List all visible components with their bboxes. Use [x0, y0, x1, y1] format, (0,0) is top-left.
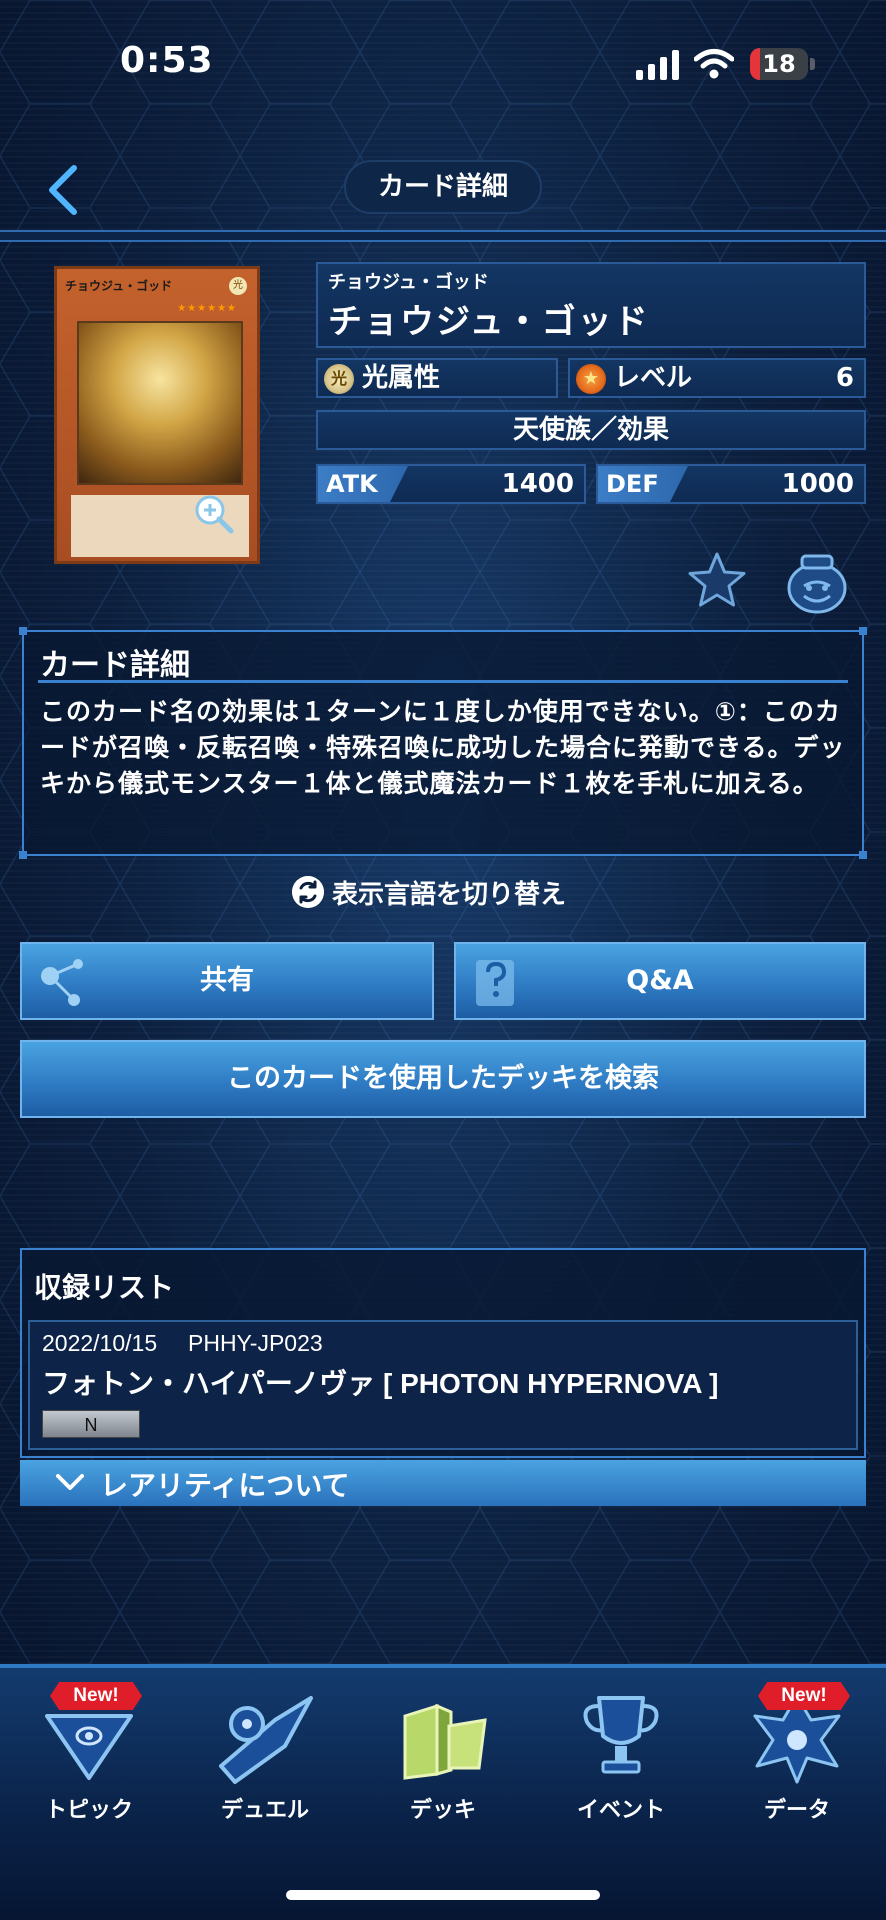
- duel-disk-icon: [219, 1696, 313, 1784]
- panel-corner: [19, 851, 27, 859]
- qa-button[interactable]: Q&A: [454, 942, 866, 1020]
- nav-label: デュエル: [220, 1798, 309, 1823]
- nav-item-duel[interactable]: デュエル: [190, 1668, 340, 1828]
- release-date: 2022/10/15: [42, 1330, 158, 1356]
- attribute-label: 光属性: [362, 363, 441, 393]
- page-title: カード詳細: [344, 160, 542, 214]
- wifi-icon: [694, 49, 734, 79]
- level-box: ★ レベル 6: [568, 358, 866, 398]
- zoom-icon[interactable]: [193, 493, 235, 535]
- description-divider: [38, 680, 848, 683]
- card-name: チョウジュ・ゴッド: [328, 302, 650, 342]
- share-label: 共有: [200, 965, 254, 996]
- language-toggle-button[interactable]: 表示言語を切り替え: [292, 872, 566, 912]
- attribute-box: 光 光属性: [316, 358, 558, 398]
- panel-corner: [859, 851, 867, 859]
- panel-corner: [859, 627, 867, 635]
- pot-of-greed-icon[interactable]: [782, 550, 852, 616]
- recording-list-title: 収録リスト: [34, 1271, 175, 1304]
- card-image[interactable]: チョウジュ・ゴッド 光 ★★★★★★: [54, 266, 260, 564]
- qa-label: Q&A: [626, 965, 694, 996]
- panel-corner: [19, 627, 27, 635]
- def-value: 1000: [781, 469, 854, 499]
- qa-icon: [476, 960, 514, 1006]
- card-name-box: チョウジュ・ゴッド チョウジュ・ゴッド: [316, 262, 866, 348]
- deck-icon: [403, 1703, 487, 1780]
- back-button[interactable]: [40, 160, 90, 220]
- nav-item-topic[interactable]: New! トピック: [14, 1668, 164, 1828]
- search-decks-button[interactable]: このカードを使用したデッキを検索: [20, 1040, 866, 1118]
- bottom-nav: New! トピック デュエル デッキ イベント New! データ: [0, 1664, 886, 1920]
- status-time: 0:53: [120, 40, 214, 81]
- card-code: PHHY-JP023: [188, 1330, 323, 1356]
- atk-box: ATK 1400: [316, 464, 586, 504]
- battery-icon: 18: [750, 48, 808, 80]
- list-item[interactable]: 2022/10/15 PHHY-JP023 フォトン・ハイパーノヴァ [ PHO…: [28, 1320, 858, 1450]
- def-box: DEF 1000: [596, 464, 866, 504]
- status-bar: 0:53 18: [0, 0, 886, 120]
- chevron-down-icon: [56, 1474, 84, 1490]
- nav-item-event[interactable]: イベント: [546, 1668, 696, 1828]
- level-star-icon: ★: [576, 364, 606, 394]
- atk-value: 1400: [501, 469, 574, 499]
- language-switch-icon: [292, 876, 324, 908]
- rarity-badge: N: [42, 1410, 140, 1438]
- trophy-icon: [583, 1696, 659, 1774]
- battery-tip: [810, 58, 815, 70]
- nav-label: データ: [763, 1798, 830, 1823]
- level-value: 6: [835, 363, 854, 393]
- new-badge: New!: [50, 1682, 142, 1710]
- language-toggle-label: 表示言語を切り替え: [332, 879, 567, 910]
- set-name: フォトン・ハイパーノヴァ [ PHOTON HYPERNOVA ]: [42, 1368, 719, 1399]
- battery-percent: 18: [762, 50, 796, 78]
- description-text: このカード名の効果は１ターンに１度しか使用できない。①：このカードが召喚・反転召…: [40, 697, 846, 798]
- card-type: 天使族／効果: [316, 410, 866, 450]
- card-image-stars: ★★★★★★: [177, 303, 237, 314]
- card-image-name: チョウジュ・ゴッド: [65, 279, 173, 293]
- description-heading: カード詳細: [40, 648, 190, 683]
- card-artwork: [77, 321, 243, 485]
- nav-item-deck[interactable]: デッキ: [368, 1668, 518, 1828]
- level-label: レベル: [614, 363, 693, 393]
- recording-list-panel: 収録リスト 2022/10/15 PHHY-JP023 フォトン・ハイパーノヴァ…: [20, 1248, 866, 1458]
- card-description-panel: カード詳細 このカード名の効果は１ターンに１度しか使用できない。①：このカードが…: [19, 627, 867, 859]
- header: カード詳細: [0, 140, 886, 240]
- share-icon: [41, 959, 83, 1006]
- nav-label: デッキ: [409, 1798, 476, 1823]
- nav-label: トピック: [44, 1798, 133, 1823]
- def-label: DEF: [598, 466, 688, 502]
- atk-label: ATK: [318, 466, 408, 502]
- rarity-info-label: レアリティについて: [100, 1469, 350, 1502]
- card-image-attribute: 光: [229, 277, 247, 295]
- nav-label: イベント: [576, 1798, 665, 1823]
- cellular-signal-icon: [636, 50, 679, 80]
- light-attribute-icon: 光: [324, 364, 354, 394]
- card-name-ruby: チョウジュ・ゴッド: [328, 272, 489, 293]
- nav-item-data[interactable]: New! データ: [722, 1668, 872, 1828]
- share-button[interactable]: 共有: [20, 942, 434, 1020]
- home-indicator[interactable]: [286, 1890, 600, 1900]
- favorite-star-icon[interactable]: [686, 550, 748, 612]
- new-badge: New!: [758, 1682, 850, 1710]
- rarity-info-toggle[interactable]: レアリティについて: [20, 1460, 866, 1506]
- header-divider: [0, 230, 886, 242]
